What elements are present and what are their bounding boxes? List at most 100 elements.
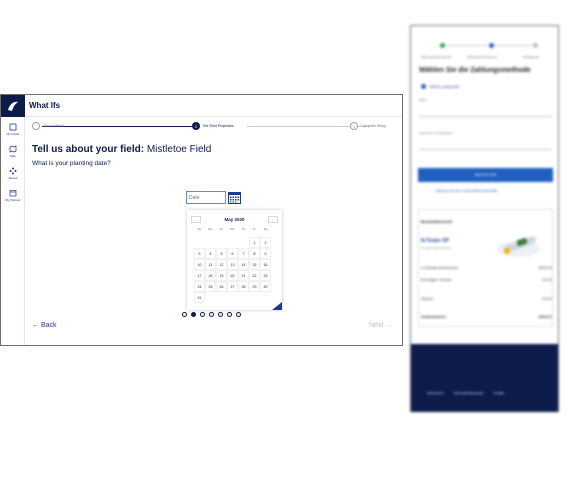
checkout-step-line — [443, 45, 488, 46]
calendar-empty-cell — [194, 237, 205, 248]
calendar-day[interactable]: 11 — [205, 259, 216, 270]
calendar-day[interactable]: 7 — [238, 248, 249, 259]
calendar-day[interactable]: 10 — [194, 259, 205, 270]
iban-field[interactable] — [419, 105, 552, 117]
calendar-day[interactable]: 19 — [216, 270, 227, 281]
calendar-day[interactable]: 28 — [238, 281, 249, 292]
calendar-day[interactable]: 23 — [260, 270, 271, 281]
calendar-empty-cell — [238, 237, 249, 248]
calendar-day[interactable]: 24 — [194, 281, 205, 292]
calendar-day[interactable]: 27 — [227, 281, 238, 292]
calendar-day[interactable]: 12 — [216, 259, 227, 270]
weekday-label: Sa — [263, 227, 268, 231]
footer-links: Datenschutz Nutzungsbedingungen Kontakt — [427, 391, 504, 395]
weekday-label: Fr — [253, 227, 256, 231]
calendar-day[interactable]: 20 — [227, 270, 238, 281]
page-dot[interactable] — [227, 312, 232, 317]
rail-item-planner[interactable]: My Planner — [1, 185, 25, 205]
calendar-day[interactable]: 2 — [260, 237, 271, 248]
row-value: 0,00 € — [542, 278, 552, 282]
rail-item-moves[interactable]: Moves — [1, 163, 25, 183]
calendar-day[interactable]: 29 — [249, 281, 260, 292]
calendar-day[interactable]: 4 — [205, 248, 216, 259]
calendar-day[interactable]: 25 — [205, 281, 216, 292]
app-title: What Ifs — [29, 101, 61, 110]
calendar-day[interactable]: 26 — [216, 281, 227, 292]
summary-row: Einmaliger Versand 0,00 € — [421, 278, 552, 282]
logo-icon[interactable] — [1, 95, 25, 117]
weekday-label: We — [230, 227, 235, 231]
iban-label: IBAN — [419, 98, 427, 102]
payment-method-title: Wählen Sie die Zahlungsmethode — [419, 67, 531, 74]
mandate-link[interactable]: Zahlung mit dem Lastschriftmandat bitte — [435, 189, 497, 193]
calendar-empty-cell — [205, 237, 216, 248]
row-value: 299,00 € — [538, 266, 552, 270]
calendar-empty-cell — [216, 237, 227, 248]
summary-row: 1x Monats-Abonnement 299,00 € — [421, 266, 552, 270]
weekday-label: Su — [197, 227, 202, 231]
calendar-day[interactable]: 15 — [249, 259, 260, 270]
calendar-popup: ← May 2020 → Su Mo Tu We Th Fr Sa 1 2 3 4 5 6 7 8 9 10 11… — [187, 210, 282, 310]
planting-date-question: What is your planting date? — [32, 160, 111, 167]
sepa-option[interactable]: SEPA-Lastschrift — [421, 84, 459, 89]
checkout-step-dot — [533, 43, 538, 48]
calendar-day[interactable]: 16 — [260, 259, 271, 270]
map-icon — [9, 144, 17, 153]
footer-link-terms[interactable]: Nutzungsbedingungen — [454, 391, 484, 395]
stepper-line — [42, 126, 192, 127]
field-name: Mistletoe Field — [146, 144, 212, 155]
prev-month-button[interactable]: ← — [191, 215, 201, 223]
calendar-day[interactable]: 6 — [227, 248, 238, 259]
calendar-day[interactable]: 3 — [194, 248, 205, 259]
calendar-day[interactable]: 30 — [260, 281, 271, 292]
account-holder-label: Name des Kontoinhabers — [419, 131, 453, 135]
heading-prefix: Tell us about your field: — [32, 144, 145, 155]
calendar-day[interactable]: 5 — [216, 248, 227, 259]
step-choose-field[interactable]: Choose Field — [32, 122, 64, 130]
page-indicator — [182, 312, 241, 317]
rail-label: My Fields — [6, 131, 20, 136]
calendar-day[interactable]: 13 — [227, 259, 238, 270]
footer-link-contact[interactable]: Kontakt — [494, 391, 504, 395]
calendar-header: ← May 2020 → — [191, 214, 278, 224]
planner-icon — [9, 189, 17, 196]
account-holder-field[interactable] — [419, 138, 552, 150]
continue-button[interactable]: WEITER ZUR — [418, 168, 553, 182]
side-rail: My Fields Map Moves My Planner — [1, 95, 25, 345]
checkout-step-label: Zahlungsinformationen — [421, 55, 452, 59]
step-complete-setup[interactable]: 3 Complete Setup — [350, 122, 386, 130]
page-dot[interactable] — [209, 312, 214, 317]
page-dot[interactable] — [191, 312, 196, 317]
calendar-day[interactable]: 14 — [238, 259, 249, 270]
step-label: Choose Field — [43, 124, 64, 128]
step-set-field-properties[interactable]: 2 Set Field Properties — [192, 122, 234, 130]
calendar-day[interactable]: 1 — [249, 237, 260, 248]
next-month-button[interactable]: → — [267, 215, 278, 223]
page-dot[interactable] — [236, 312, 241, 317]
calendar-day[interactable]: 8 — [249, 248, 260, 259]
calendar-day[interactable]: 21 — [238, 270, 249, 281]
product-subtitle: Produkt Ratenzahlung — [421, 246, 451, 250]
rail-item-map[interactable]: Map — [1, 141, 25, 161]
calendar-day[interactable]: 9 — [260, 248, 271, 259]
date-input[interactable] — [186, 191, 226, 204]
calendar-day[interactable]: 18 — [205, 270, 216, 281]
calendar-button[interactable] — [228, 191, 241, 204]
page-dot[interactable] — [182, 312, 187, 317]
checkout-step-dot — [440, 43, 445, 48]
total-value: 299,00 € — [538, 315, 552, 319]
radio-label: SEPA-Lastschrift — [429, 84, 459, 89]
rail-item-fields[interactable]: My Fields — [1, 119, 25, 139]
row-label: Steuern — [421, 297, 434, 301]
row-value: 0,00 € — [542, 297, 552, 301]
calendar-day[interactable]: 17 — [194, 270, 205, 281]
calendar-day[interactable]: 22 — [249, 270, 260, 281]
page-dot[interactable] — [218, 312, 223, 317]
rail-label: Moves — [8, 175, 18, 180]
calendar-day[interactable]: 31 — [194, 292, 205, 303]
footer-link-privacy[interactable]: Datenschutz — [427, 391, 444, 395]
step-label: Set Field Properties — [203, 124, 234, 128]
page-dot[interactable] — [200, 312, 205, 317]
next-button[interactable]: Next → — [369, 322, 392, 329]
back-button[interactable]: ← Back — [32, 322, 57, 329]
